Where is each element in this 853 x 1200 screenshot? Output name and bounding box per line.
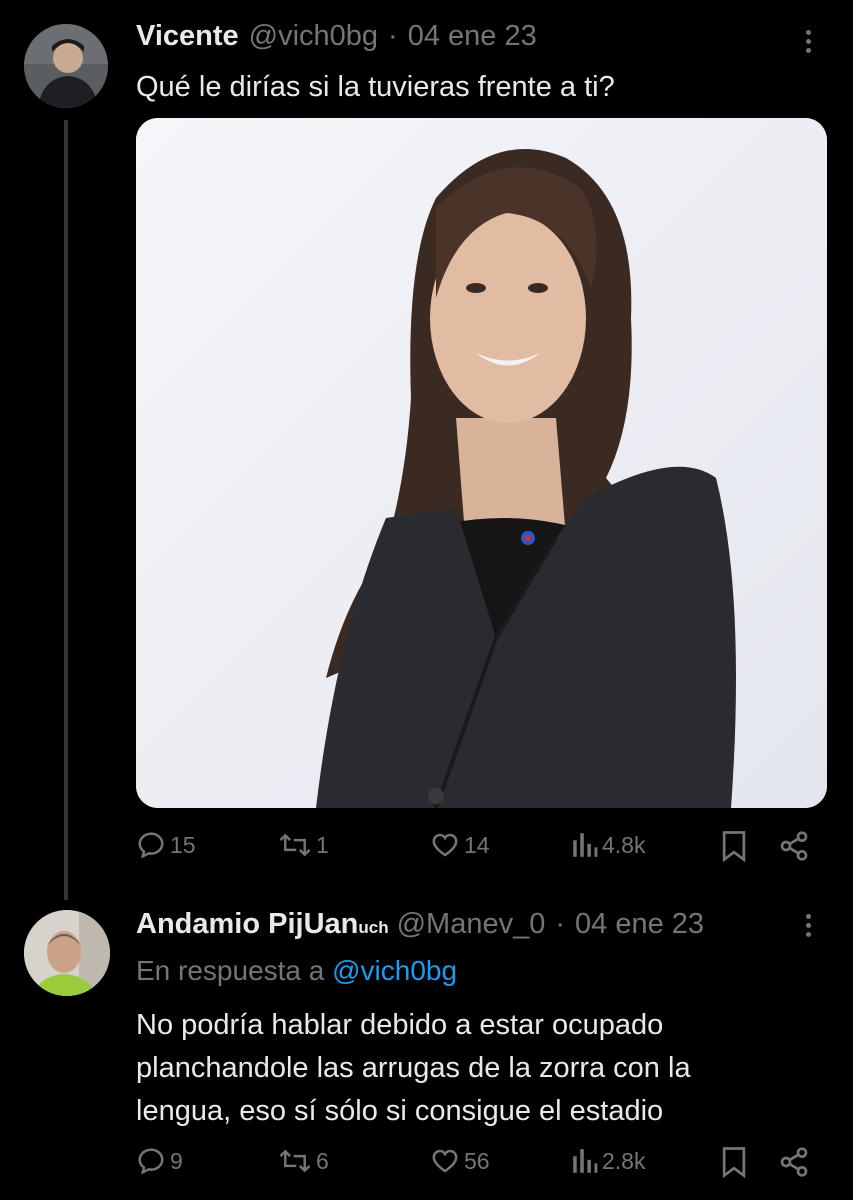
- bookmark-icon: [722, 831, 746, 862]
- views-icon: [573, 833, 598, 857]
- tweet-photo[interactable]: [136, 118, 827, 808]
- tweet-text: No podría hablar debido a estar ocupado …: [136, 1004, 691, 1133]
- more-icon[interactable]: [806, 914, 812, 937]
- views-button[interactable]: 4.8k: [572, 830, 645, 860]
- like-button[interactable]: 14: [430, 830, 490, 860]
- bookmark-button[interactable]: [720, 1146, 748, 1178]
- separator-dot: ·: [388, 20, 398, 52]
- bookmark-button[interactable]: [720, 830, 748, 862]
- share-button[interactable]: [778, 1146, 810, 1178]
- like-button[interactable]: 56: [430, 1146, 490, 1176]
- reply-count: 9: [170, 1147, 183, 1174]
- reply-context: En respuesta a @vich0bg: [136, 955, 457, 987]
- retweet-icon: [279, 1149, 311, 1173]
- author-name[interactable]: Andamio PijUan: [136, 908, 358, 941]
- tweet-text-line: No podría hablar debido a estar ocupado: [136, 1009, 664, 1041]
- separator-dot: ·: [555, 908, 566, 940]
- like-count: 56: [464, 1147, 490, 1174]
- like-icon: [432, 1149, 458, 1173]
- retweet-count: 6: [316, 1147, 329, 1174]
- reply-handle-link[interactable]: @vich0bg: [332, 955, 457, 986]
- share-icon: [780, 831, 808, 861]
- reply-prefix: En respuesta a: [136, 955, 325, 986]
- tweet-date[interactable]: 04 ene 23: [575, 908, 704, 941]
- views-count: 4.8k: [602, 831, 646, 858]
- reply-icon: [138, 832, 164, 859]
- retweet-button[interactable]: 6: [278, 1146, 329, 1176]
- views-count: 2.8k: [602, 1147, 646, 1174]
- retweet-count: 1: [316, 831, 329, 858]
- retweet-icon: [279, 833, 311, 857]
- avatar[interactable]: [24, 910, 110, 996]
- views-button[interactable]: 2.8k: [572, 1146, 645, 1176]
- author-handle[interactable]: @Manev_0: [397, 908, 546, 941]
- tweet-text-line: planchandole las arrugas de la zorra con…: [136, 1052, 691, 1084]
- reply-count: 15: [170, 831, 196, 858]
- views-icon: [573, 1149, 598, 1173]
- share-icon: [780, 1147, 808, 1177]
- like-count: 14: [464, 831, 490, 858]
- author-handle[interactable]: @vich0bg: [249, 20, 378, 53]
- bookmark-icon: [722, 1147, 746, 1178]
- reply-button[interactable]: 9: [136, 1146, 183, 1176]
- tweet-text: Qué le dirías si la tuvieras frente a ti…: [136, 71, 615, 103]
- reply-icon: [138, 1148, 164, 1175]
- avatar[interactable]: [24, 24, 108, 108]
- author-name[interactable]: Vicente: [136, 20, 239, 53]
- more-icon[interactable]: [806, 30, 812, 53]
- reply-button[interactable]: 15: [136, 830, 196, 860]
- like-icon: [432, 833, 458, 857]
- tweet-text-line: lengua, eso sí sólo si consigue el estad…: [136, 1095, 664, 1127]
- retweet-button[interactable]: 1: [278, 830, 329, 860]
- thread-line: [64, 120, 68, 900]
- tweet-date[interactable]: 04 ene 23: [408, 20, 537, 53]
- author-name-suffix: uch: [358, 918, 389, 937]
- share-button[interactable]: [778, 830, 810, 862]
